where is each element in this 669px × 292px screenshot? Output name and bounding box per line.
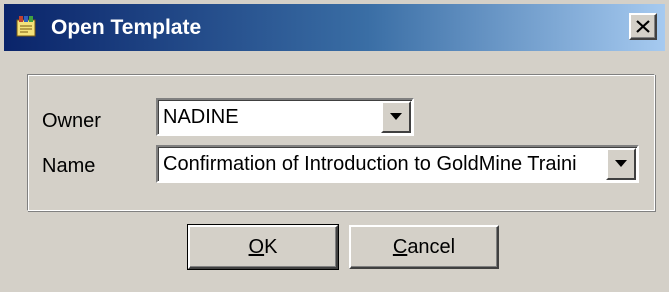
ok-button[interactable]: OK xyxy=(187,224,339,270)
ok-label-rest: K xyxy=(264,236,278,258)
owner-value: NADINE xyxy=(163,106,239,128)
owner-combo[interactable]: NADINE xyxy=(156,98,414,136)
dialog-title: Open Template xyxy=(51,16,202,39)
name-combo[interactable]: Confirmation of Introduction to GoldMine… xyxy=(156,145,639,183)
owner-dropdown-button[interactable] xyxy=(381,101,411,133)
chevron-down-icon xyxy=(390,113,402,120)
cancel-label-rest: ancel xyxy=(407,236,456,258)
owner-label: Owner xyxy=(42,110,101,132)
close-icon xyxy=(636,20,650,33)
close-button[interactable] xyxy=(629,13,657,40)
template-groupbox xyxy=(27,74,655,211)
template-app-icon xyxy=(13,14,39,40)
name-dropdown-button[interactable] xyxy=(606,148,636,180)
cancel-button[interactable]: Cancel xyxy=(349,225,499,269)
title-bar[interactable]: Open Template xyxy=(4,4,665,51)
cancel-mnemonic: C xyxy=(392,236,408,258)
name-value: Confirmation of Introduction to GoldMine… xyxy=(163,153,577,175)
ok-mnemonic: O xyxy=(248,236,265,258)
open-template-dialog: Open Template Owner NADINE Name Confirma… xyxy=(0,0,669,292)
chevron-down-icon xyxy=(615,160,627,167)
name-label: Name xyxy=(42,155,96,177)
